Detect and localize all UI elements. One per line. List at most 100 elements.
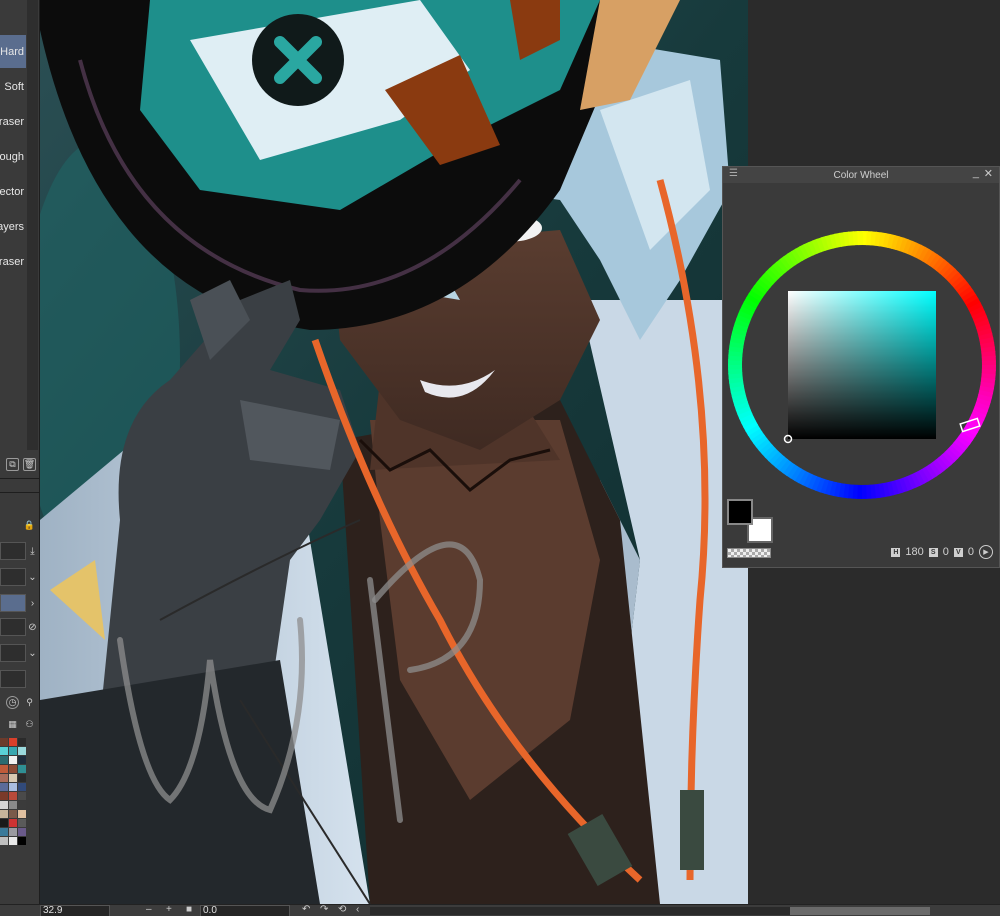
- palette-swatch[interactable]: [0, 801, 8, 809]
- palette-swatch[interactable]: [18, 801, 26, 809]
- sub-tool-item[interactable]: Eraser: [0, 245, 26, 278]
- foreground-color-swatch[interactable]: [727, 499, 753, 525]
- scrollbar-thumb[interactable]: [790, 907, 930, 915]
- palette-swatch[interactable]: [18, 810, 26, 818]
- sub-tool-item[interactable]: Soft: [0, 70, 26, 103]
- zoom-out-icon[interactable]: –: [146, 904, 152, 916]
- palette-swatch[interactable]: [0, 756, 8, 764]
- download-icon[interactable]: ⤓: [26, 542, 39, 560]
- blend-mode-control[interactable]: [0, 542, 26, 560]
- horizontal-scrollbar[interactable]: [370, 907, 930, 915]
- palette-swatch[interactable]: [9, 801, 17, 809]
- minimize-icon[interactable]: _: [973, 167, 979, 179]
- sub-tool-label: Hard: [0, 46, 24, 58]
- sub-tool-scrollbar[interactable]: [27, 0, 38, 450]
- palette-swatch[interactable]: [9, 756, 17, 764]
- palette-icon[interactable]: ▦: [6, 718, 19, 731]
- palette-swatch[interactable]: [0, 747, 8, 755]
- sub-tool-label: Eraser: [0, 256, 24, 268]
- duplicate-icon[interactable]: ⧉: [6, 458, 19, 471]
- rotation-angle-field[interactable]: 0.0: [200, 905, 290, 916]
- zoom-in-icon[interactable]: +: [166, 904, 172, 916]
- palette-swatch[interactable]: [0, 783, 8, 791]
- palette-swatch[interactable]: [18, 747, 26, 755]
- chevron-right-icon[interactable]: ›: [26, 594, 39, 612]
- reset-rotation-icon[interactable]: ⟲: [338, 904, 346, 916]
- value-overlay: [788, 291, 936, 439]
- hue-segment[interactable]: [857, 231, 863, 245]
- lock-icon[interactable]: 🔒: [23, 519, 36, 532]
- palette-swatch[interactable]: [0, 738, 8, 746]
- sub-tool-item[interactable]: Eraser: [0, 105, 26, 138]
- value-icon: V: [954, 548, 963, 557]
- people-icon[interactable]: ⚇: [23, 718, 36, 731]
- trash-icon[interactable]: 🗑: [23, 458, 36, 471]
- palette-swatch[interactable]: [18, 756, 26, 764]
- chevron-left-icon[interactable]: ‹: [356, 904, 359, 916]
- palette-swatch[interactable]: [0, 828, 8, 836]
- close-icon[interactable]: ✕: [984, 167, 993, 180]
- menu-icon[interactable]: ☰: [729, 168, 738, 179]
- artwork: [40, 0, 748, 904]
- reference-control[interactable]: [0, 670, 26, 688]
- stop-icon[interactable]: ■: [186, 904, 192, 916]
- color-wheel[interactable]: [728, 231, 996, 499]
- rotate-left-icon[interactable]: ↶: [302, 904, 310, 916]
- expression-control[interactable]: [0, 644, 26, 662]
- chevron-down-icon[interactable]: ⌄: [26, 568, 39, 586]
- sub-tool-item[interactable]: Hard: [0, 35, 26, 68]
- color-wheel-title-bar[interactable]: ☰ Color Wheel _ ✕: [723, 167, 999, 183]
- palette-swatch[interactable]: [0, 774, 8, 782]
- palette-swatch[interactable]: [0, 837, 8, 845]
- palette-swatch[interactable]: [9, 747, 17, 755]
- palette-swatch[interactable]: [18, 774, 26, 782]
- saturation-value[interactable]: 0: [943, 546, 949, 558]
- sub-tool-item[interactable]: Rough: [0, 140, 26, 173]
- palette-swatch[interactable]: [18, 828, 26, 836]
- palette-swatch[interactable]: [9, 792, 17, 800]
- palette-toolbar: ▦ ⚇: [0, 716, 40, 732]
- zoom-field[interactable]: 32.9: [40, 905, 110, 916]
- color-wheel-title: Color Wheel: [833, 170, 888, 181]
- palette-swatch[interactable]: [18, 765, 26, 773]
- clip-studio-window: HardSoftEraserRoughVectorLayersEraser ⧉ …: [0, 0, 1000, 916]
- palette-swatch[interactable]: [9, 774, 17, 782]
- layer-color-control[interactable]: [0, 594, 26, 612]
- palette-swatch[interactable]: [0, 819, 8, 827]
- value-value[interactable]: 0: [968, 546, 974, 558]
- palette-swatch[interactable]: [9, 738, 17, 746]
- search-icon[interactable]: ⚲: [23, 696, 36, 709]
- palette-swatch[interactable]: [9, 837, 17, 845]
- panel-divider: [0, 478, 40, 479]
- palette-swatch[interactable]: [9, 765, 17, 773]
- palette-swatch[interactable]: [18, 837, 26, 845]
- sub-tool-label: Layers: [0, 221, 24, 233]
- clock-icon[interactable]: ◷: [6, 696, 19, 709]
- palette-swatch[interactable]: [9, 828, 17, 836]
- palette-swatch[interactable]: [0, 810, 8, 818]
- sub-tool-item[interactable]: Vector: [0, 175, 26, 208]
- sub-tool-item[interactable]: Layers: [0, 210, 26, 243]
- palette-swatch[interactable]: [0, 792, 8, 800]
- clip-icon[interactable]: ⊘: [26, 618, 39, 636]
- chevron-down-icon[interactable]: ⌄: [26, 644, 39, 662]
- color-set-palette: [0, 738, 26, 898]
- sub-tool-label: Eraser: [0, 116, 24, 128]
- hsv-readout: H 180 S 0 V 0 ▶: [891, 545, 993, 559]
- palette-swatch[interactable]: [9, 810, 17, 818]
- opacity-control[interactable]: [0, 618, 26, 636]
- palette-swatch[interactable]: [18, 819, 26, 827]
- play-icon[interactable]: ▶: [979, 545, 993, 559]
- palette-swatch[interactable]: [0, 765, 8, 773]
- drawing-canvas[interactable]: [40, 0, 748, 904]
- palette-swatch[interactable]: [9, 819, 17, 827]
- brush-shape-control[interactable]: [0, 568, 26, 586]
- rotate-right-icon[interactable]: ↷: [320, 904, 328, 916]
- palette-swatch[interactable]: [18, 783, 26, 791]
- palette-swatch[interactable]: [18, 792, 26, 800]
- sub-tool-label: Rough: [0, 151, 24, 163]
- palette-swatch[interactable]: [18, 738, 26, 746]
- palette-swatch[interactable]: [9, 783, 17, 791]
- hue-value[interactable]: 180: [905, 546, 923, 558]
- transparent-color-swatch[interactable]: [727, 548, 771, 558]
